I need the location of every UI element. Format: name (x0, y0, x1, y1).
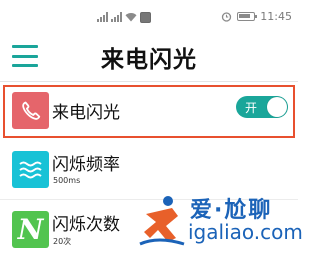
list-item-call-flash[interactable]: 来电闪光 开 (0, 84, 298, 146)
call-flash-toggle[interactable]: 开 (236, 96, 288, 118)
n-letter: N (17, 212, 44, 246)
toggle-label: 开 (245, 101, 258, 115)
status-bar: 11:45 (0, 0, 298, 34)
watermark-url: igaliao.com (188, 220, 303, 244)
list-item-label: 闪烁频率 (52, 155, 120, 175)
status-time: 11:45 (260, 10, 292, 23)
signal-icon (111, 12, 122, 22)
wave-icon (12, 151, 49, 188)
runner-logo-icon (139, 196, 185, 246)
page-title: 来电闪光 (101, 47, 197, 73)
watermark: 爱·尬聊 igaliao.com (138, 190, 303, 254)
list-item-value: 20次 (53, 237, 72, 246)
list-item-label: 闪烁次数 (52, 215, 120, 235)
status-icons-left (97, 10, 151, 24)
alarm-icon (222, 12, 232, 22)
list-item-value: 500ms (53, 176, 81, 185)
wifi-icon (125, 13, 137, 22)
header-divider (0, 81, 298, 82)
app-header: 来电闪光 (0, 34, 298, 82)
signal-icon (97, 12, 108, 22)
status-icons-right: 11:45 (221, 10, 292, 23)
phone-icon (12, 92, 49, 129)
list-item-label: 来电闪光 (52, 103, 120, 123)
n-letter-icon: N (12, 211, 49, 248)
toggle-knob (267, 97, 287, 117)
app-icon (140, 11, 151, 23)
battery-icon (237, 12, 258, 21)
